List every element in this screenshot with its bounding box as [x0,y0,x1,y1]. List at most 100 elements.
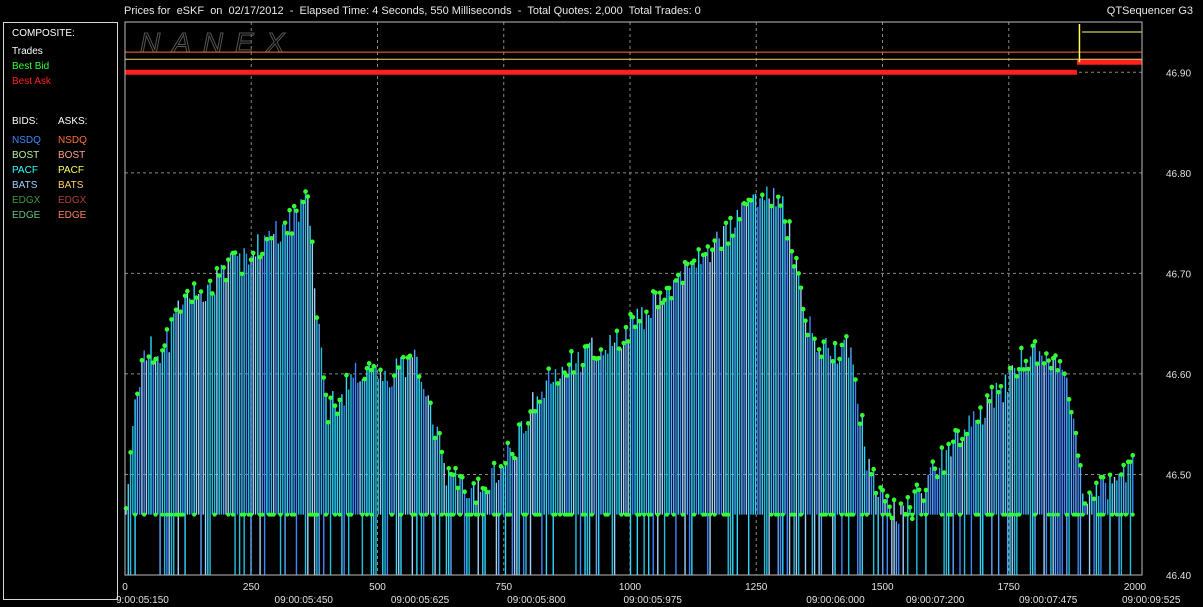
bid-marker [823,512,828,517]
bid-marker [589,512,594,517]
bid-marker [1051,512,1056,517]
x-tick-label: 1750 [998,582,1021,593]
bid-marker [1114,512,1119,517]
time-label: 09:00:05:800 [507,595,566,606]
bid-marker [285,230,290,236]
bid-marker [805,332,811,338]
bid-marker [169,317,174,322]
bid-marker [323,512,328,517]
bid-marker [619,512,624,517]
bid-marker [907,505,913,510]
bid-marker [864,512,869,517]
price-chart: NANEX 46.40 46.50 46.60 46.70 46.80 46.90 0 25… [116,21,1191,606]
bid-marker [1046,358,1051,363]
bid-marker [314,512,319,517]
bid-marker [796,271,801,276]
bid-marker [164,512,169,517]
x-tick-label: 1000 [619,582,642,593]
bid-marker [769,512,774,517]
bid-marker [153,512,158,517]
bid-marker [321,375,327,380]
bid-marker [857,421,863,427]
x-axis-ticks: 0 250 500 750 1000 1250 1500 1750 2000 [122,582,1146,593]
bid-marker [221,265,227,270]
bid-marker [475,476,481,482]
bid-marker [860,413,865,418]
bid-marker [366,361,372,366]
bid-marker [860,512,865,517]
time-label: 09:00:07:200 [906,595,965,606]
bid-marker [239,271,245,277]
bid-marker [391,373,397,378]
bid-marker [1128,459,1133,465]
bid-marker [671,512,676,517]
bid-marker [887,504,892,510]
y-tick-label: 46.80 [1166,169,1191,180]
bid-marker [142,512,147,517]
bid-marker [348,512,353,517]
bid-marker [371,363,377,369]
bid-marker [451,512,456,517]
bid-marker [1019,345,1024,351]
bid-marker [909,516,915,522]
bid-marker [778,203,783,208]
x-tick-label: 500 [369,582,386,593]
bid-marker [458,512,463,517]
bid-marker [428,400,433,406]
bid-marker [248,257,254,263]
bid-marker [1107,472,1113,478]
bid-marker [853,377,858,382]
bid-marker [1082,501,1088,506]
bid-marker [210,291,215,296]
bid-marker [455,485,461,491]
bid-marker [655,512,660,517]
bid-marker [303,189,308,194]
bid-marker [169,512,174,517]
bid-marker [1123,512,1128,517]
bid-marker [505,440,511,446]
bid-marker [585,343,590,349]
bid-marker [289,231,295,236]
bid-marker [344,372,349,378]
bid-marker [1003,512,1008,517]
bid-marker [207,278,213,284]
bid-marker [1025,366,1031,372]
bid-marker [185,288,190,294]
bid-marker [614,328,620,334]
bid-marker [212,512,217,517]
bid-marker [712,512,717,517]
time-label: 09:00:06:000 [806,595,865,606]
bid-marker [794,255,799,261]
quote-bars [125,186,1134,575]
bid-marker [423,512,428,517]
bid-marker [473,500,479,506]
bid-marker [1032,339,1038,344]
bid-marker [510,451,515,457]
bid-marker [675,272,681,278]
bid-marker [528,409,533,414]
bid-marker [744,201,749,207]
bid-marker [191,281,197,286]
bid-marker [437,430,442,436]
bid-marker [737,216,742,222]
time-label: 09:00:05:975 [624,595,683,606]
bid-marker [1055,512,1060,517]
bid-marker [160,512,165,517]
bid-marker [939,445,945,450]
bid-marker [569,349,574,354]
bid-marker [485,489,490,495]
bid-marker [460,474,465,480]
bid-marker [462,489,467,495]
bid-marker [1101,512,1106,517]
bid-marker [705,244,711,249]
bid-marker [919,512,924,517]
bid-marker [916,487,922,493]
bid-marker [692,512,697,517]
x-tick-label: 250 [243,582,260,593]
bid-marker [889,515,895,521]
bid-marker [666,285,672,291]
bid-marker [844,334,849,339]
bid-marker [476,512,481,517]
bid-marker [546,366,551,371]
bid-marker [419,512,424,517]
